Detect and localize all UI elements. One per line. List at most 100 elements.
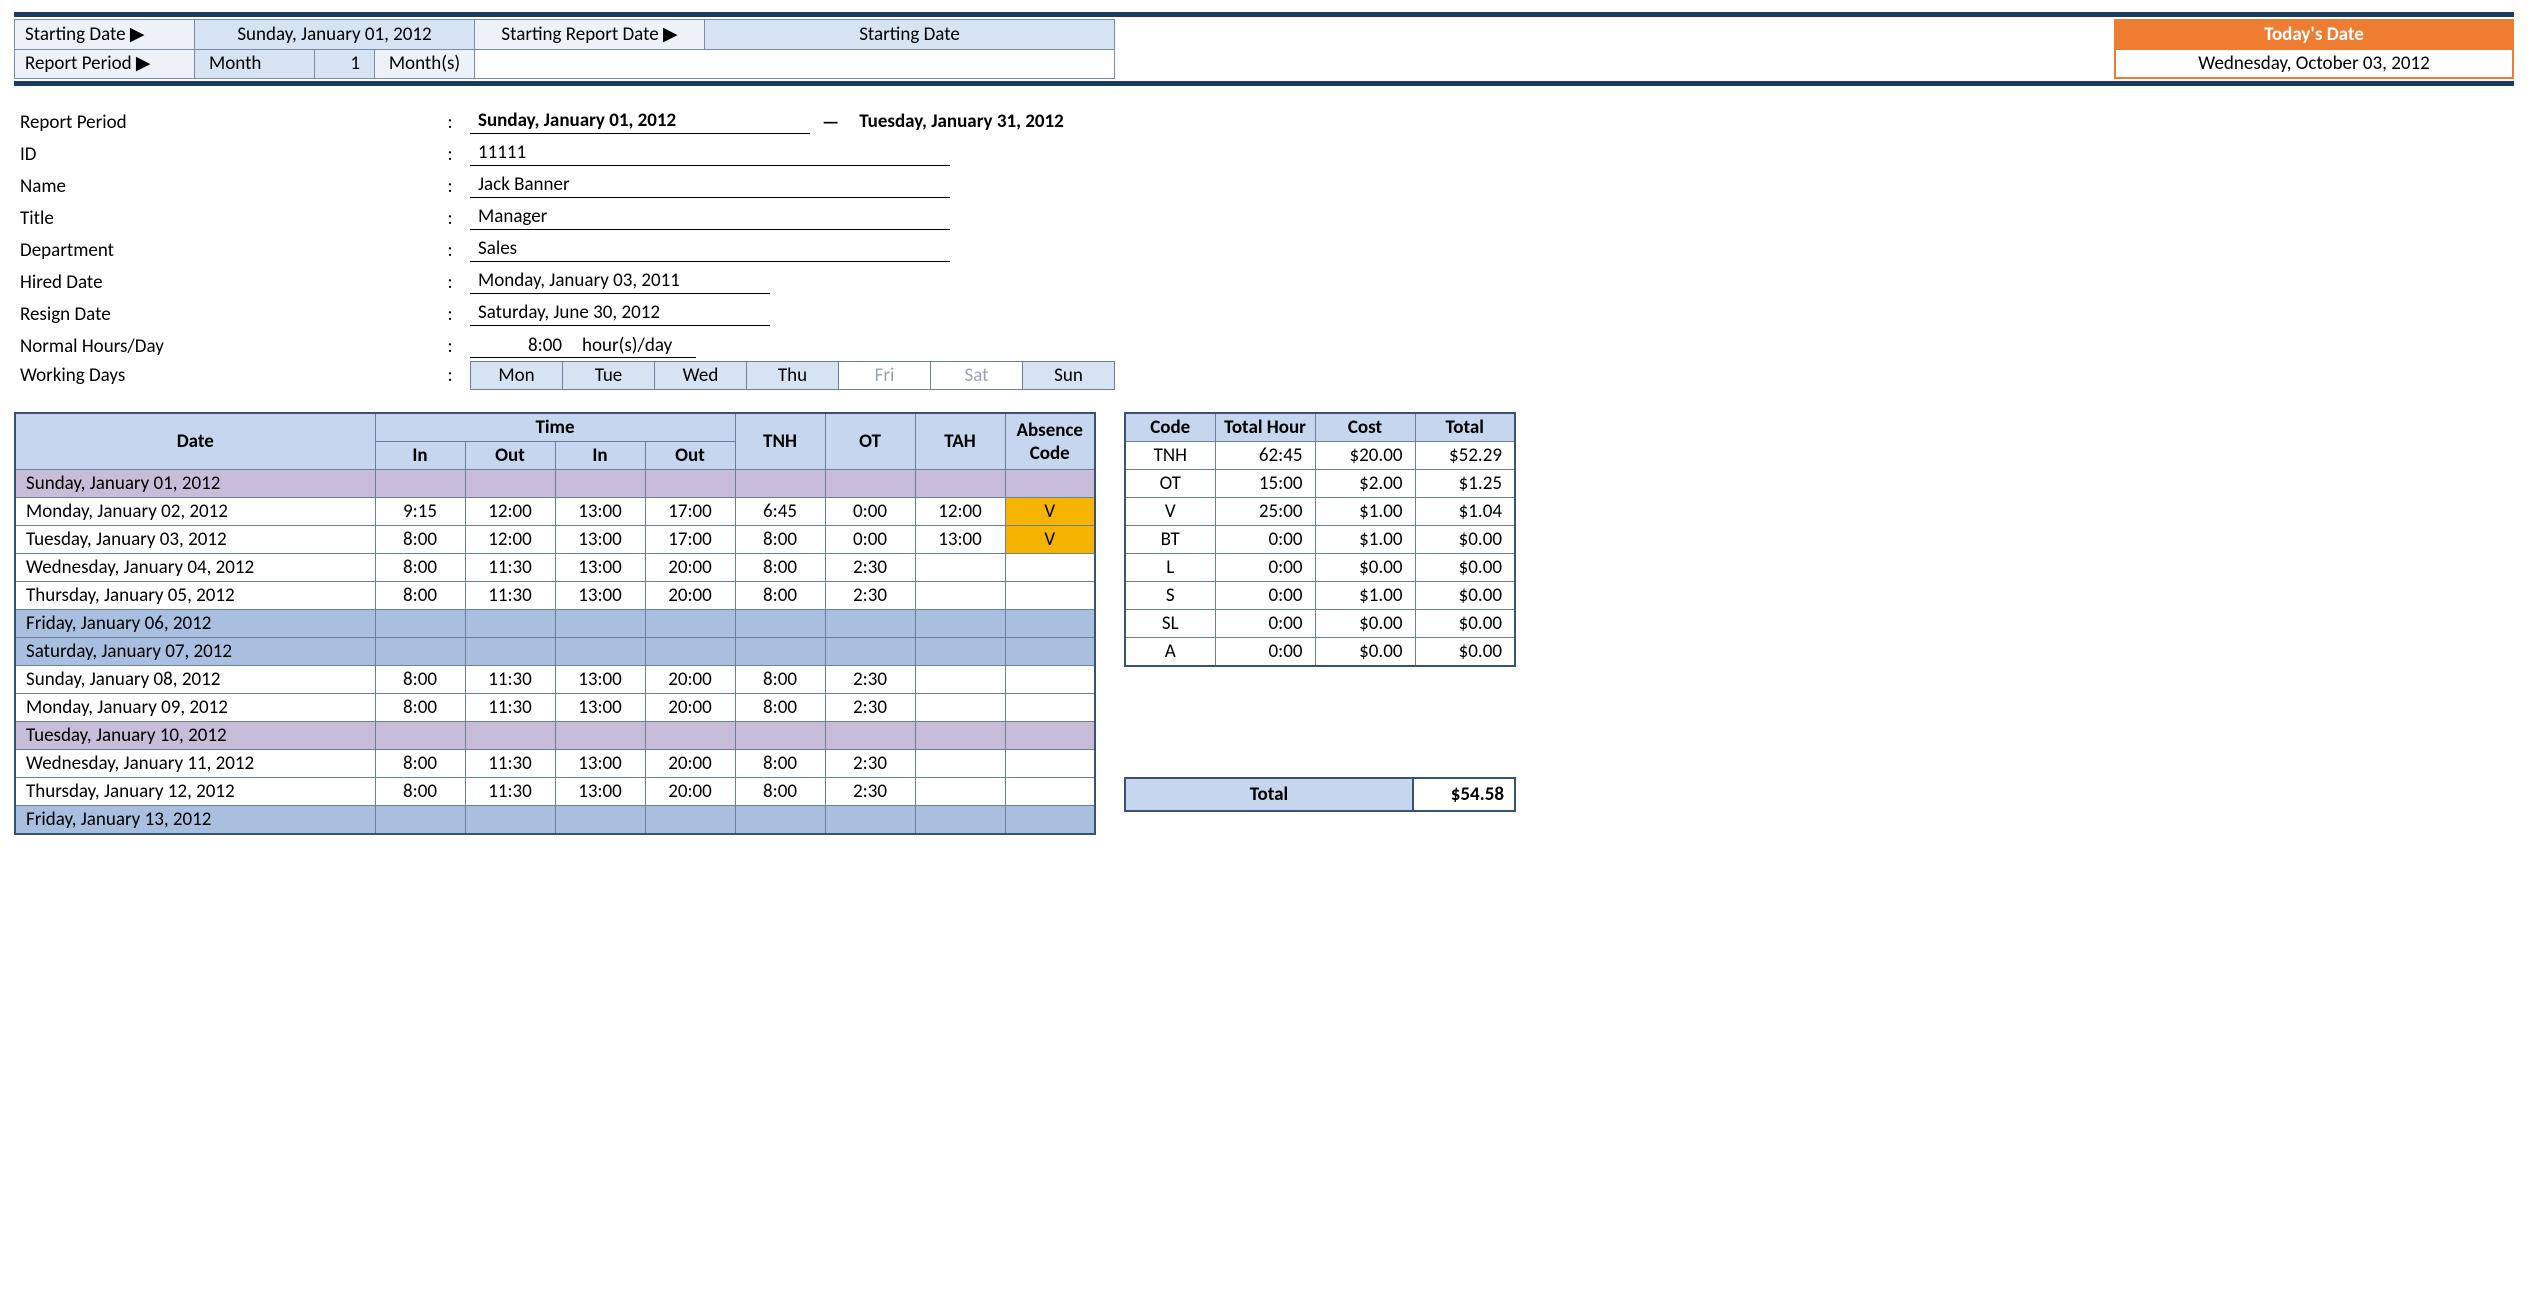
time-cell[interactable]	[735, 470, 825, 498]
time-cell[interactable]	[555, 610, 645, 638]
time-cell[interactable]: 13:00	[555, 694, 645, 722]
time-cell[interactable]: 11:30	[465, 694, 555, 722]
time-cell[interactable]: 11:30	[465, 666, 555, 694]
time-cell[interactable]	[915, 582, 1005, 610]
time-cell[interactable]: 11:30	[465, 554, 555, 582]
time-cell[interactable]: 8:00	[375, 582, 465, 610]
time-cell[interactable]	[735, 806, 825, 835]
time-cell[interactable]: 6:45	[735, 498, 825, 526]
time-cell[interactable]: 17:00	[645, 498, 735, 526]
time-cell[interactable]	[375, 722, 465, 750]
time-cell[interactable]	[645, 638, 735, 666]
time-cell[interactable]: 13:00	[555, 750, 645, 778]
time-cell[interactable]: V	[1005, 498, 1095, 526]
time-cell[interactable]	[1005, 806, 1095, 835]
working-day-mon[interactable]: Mon	[471, 361, 563, 389]
time-cell[interactable]	[915, 470, 1005, 498]
time-cell[interactable]	[1005, 638, 1095, 666]
time-cell[interactable]	[375, 610, 465, 638]
time-cell[interactable]: 20:00	[645, 554, 735, 582]
time-cell[interactable]: 13:00	[555, 582, 645, 610]
working-day-tue[interactable]: Tue	[563, 361, 655, 389]
time-cell[interactable]	[915, 750, 1005, 778]
time-cell[interactable]: 8:00	[735, 694, 825, 722]
time-cell[interactable]	[915, 666, 1005, 694]
time-cell[interactable]: 2:30	[825, 582, 915, 610]
time-cell[interactable]	[915, 722, 1005, 750]
time-cell[interactable]	[735, 610, 825, 638]
time-cell[interactable]: 20:00	[645, 778, 735, 806]
time-cell[interactable]	[555, 638, 645, 666]
time-cell[interactable]: 12:00	[465, 498, 555, 526]
time-cell[interactable]: 11:30	[465, 778, 555, 806]
time-cell[interactable]: 2:30	[825, 750, 915, 778]
working-day-sat[interactable]: Sat	[931, 361, 1023, 389]
time-cell[interactable]: 13:00	[915, 526, 1005, 554]
time-cell[interactable]	[825, 722, 915, 750]
time-cell[interactable]: 8:00	[735, 778, 825, 806]
time-cell[interactable]	[915, 554, 1005, 582]
time-cell[interactable]	[915, 778, 1005, 806]
time-cell[interactable]	[465, 470, 555, 498]
time-cell[interactable]: 17:00	[645, 526, 735, 554]
time-cell[interactable]: 2:30	[825, 554, 915, 582]
time-cell[interactable]: 2:30	[825, 666, 915, 694]
time-cell[interactable]: 0:00	[825, 526, 915, 554]
time-cell[interactable]	[915, 806, 1005, 835]
time-cell[interactable]: 8:00	[375, 694, 465, 722]
time-cell[interactable]: 0:00	[825, 498, 915, 526]
time-cell[interactable]: 13:00	[555, 526, 645, 554]
time-cell[interactable]: 8:00	[375, 666, 465, 694]
time-cell[interactable]: 8:00	[735, 554, 825, 582]
time-cell[interactable]	[465, 638, 555, 666]
time-cell[interactable]	[1005, 694, 1095, 722]
time-cell[interactable]: 13:00	[555, 498, 645, 526]
time-cell[interactable]: 20:00	[645, 666, 735, 694]
time-cell[interactable]	[375, 470, 465, 498]
time-cell[interactable]	[465, 806, 555, 835]
starting-report-value[interactable]: Starting Date	[705, 20, 1115, 50]
time-cell[interactable]	[645, 470, 735, 498]
time-cell[interactable]	[1005, 582, 1095, 610]
time-cell[interactable]: 20:00	[645, 694, 735, 722]
working-day-thu[interactable]: Thu	[747, 361, 839, 389]
starting-date-value[interactable]: Sunday, January 01, 2012	[195, 20, 475, 50]
time-cell[interactable]: 9:15	[375, 498, 465, 526]
time-cell[interactable]: 2:30	[825, 778, 915, 806]
time-cell[interactable]	[825, 638, 915, 666]
time-cell[interactable]	[555, 470, 645, 498]
time-cell[interactable]	[375, 638, 465, 666]
time-cell[interactable]	[915, 638, 1005, 666]
working-day-wed[interactable]: Wed	[655, 361, 747, 389]
time-cell[interactable]: 11:30	[465, 582, 555, 610]
time-cell[interactable]	[825, 806, 915, 835]
time-cell[interactable]: 8:00	[735, 666, 825, 694]
time-cell[interactable]	[1005, 554, 1095, 582]
time-cell[interactable]: 8:00	[375, 778, 465, 806]
time-cell[interactable]	[735, 638, 825, 666]
time-cell[interactable]: 13:00	[555, 554, 645, 582]
time-cell[interactable]: V	[1005, 526, 1095, 554]
time-cell[interactable]: 12:00	[915, 498, 1005, 526]
time-cell[interactable]	[1005, 750, 1095, 778]
time-cell[interactable]	[465, 610, 555, 638]
time-cell[interactable]	[1005, 610, 1095, 638]
time-cell[interactable]	[915, 610, 1005, 638]
working-day-sun[interactable]: Sun	[1023, 361, 1115, 389]
time-cell[interactable]: 8:00	[735, 582, 825, 610]
time-cell[interactable]	[645, 610, 735, 638]
report-period-count[interactable]: 1	[315, 49, 375, 79]
time-cell[interactable]: 11:30	[465, 750, 555, 778]
working-day-fri[interactable]: Fri	[839, 361, 931, 389]
time-cell[interactable]	[375, 806, 465, 835]
time-cell[interactable]	[735, 722, 825, 750]
time-cell[interactable]	[915, 694, 1005, 722]
time-cell[interactable]	[555, 722, 645, 750]
time-cell[interactable]	[825, 470, 915, 498]
time-cell[interactable]	[1005, 778, 1095, 806]
time-cell[interactable]: 8:00	[375, 750, 465, 778]
time-cell[interactable]: 12:00	[465, 526, 555, 554]
time-cell[interactable]	[825, 610, 915, 638]
time-cell[interactable]: 13:00	[555, 778, 645, 806]
time-cell[interactable]: 8:00	[375, 526, 465, 554]
